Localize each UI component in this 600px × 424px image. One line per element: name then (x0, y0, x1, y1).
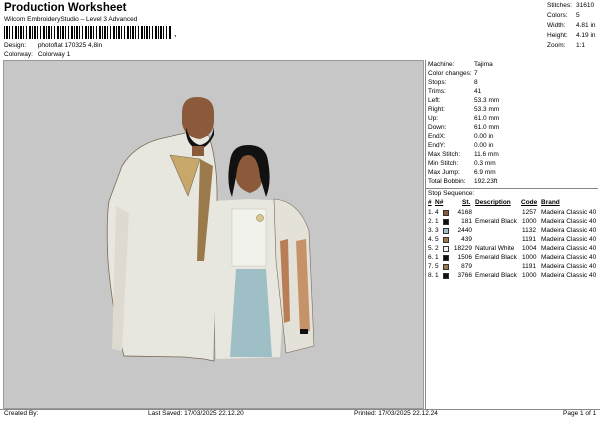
cell-description: Emerald Black (475, 218, 517, 225)
cell-num: 8. (428, 272, 434, 279)
cell-num: 2. (428, 218, 434, 225)
color-swatch (443, 237, 449, 243)
cell-n: 1 (435, 254, 439, 261)
machine-row: Machine: Tajima (428, 61, 493, 68)
cell-num: 3. (428, 227, 434, 234)
stops-row: Stops: 8 (428, 79, 478, 86)
color-swatch (443, 264, 449, 270)
cell-code: 1000 (522, 218, 537, 225)
cell-code: 1000 (522, 254, 537, 261)
cell-code: 1000 (522, 272, 537, 279)
cell-brand: Madeira Classic 40 (541, 218, 597, 225)
endy-row: EndY: 0.00 in (428, 142, 494, 149)
cell-n: 2 (435, 245, 439, 252)
colorway-info-row: Colorway: Colorway 1 (4, 51, 71, 59)
stop-sequence-header: # N# St. Description Code Brand (428, 199, 560, 206)
color-swatch (443, 228, 449, 234)
colorway-label: Colorway: (4, 51, 33, 58)
cell-num: 4. (428, 236, 434, 243)
cell-st: 1506 (457, 254, 472, 261)
cell-num: 5. (428, 245, 434, 252)
barcode-mark: , (174, 28, 177, 38)
min-stitch-row: Min Stitch: 0.3 mm (428, 160, 496, 167)
cell-st: 879 (461, 263, 472, 270)
embroidery-couple-illustration (106, 97, 315, 362)
page-number: Page 1 of 1 (563, 410, 597, 417)
cell-n: 4 (435, 209, 439, 216)
colorway-value: Colorway 1 (37, 51, 71, 58)
cell-n: 1 (435, 272, 439, 279)
divider (426, 188, 598, 189)
cell-num: 7. (428, 263, 434, 270)
details-panel: Machine: Tajima Color changes: 7 Stops: 8 T… (425, 60, 598, 409)
cell-code: 1257 (522, 209, 537, 216)
design-value: photoflat 170325 4,8in (37, 42, 103, 49)
stop-sequence-title: Stop Sequence: (428, 190, 475, 197)
cell-brand: Madeira Classic 40 (541, 263, 597, 270)
cell-num: 1. (428, 209, 434, 216)
table-row: 8. 1 3766 Emerald Black 1000 Madeira Classic … (426, 272, 598, 282)
cell-brand: Madeira Classic 40 (541, 245, 597, 252)
cell-st: 181 (461, 218, 472, 225)
color-swatch (443, 219, 449, 225)
cell-st: 18229 (453, 245, 472, 252)
color-swatch (443, 210, 449, 216)
design-stats: Stitches: 31610 Colors: 5 Width: 4.81 in He… (547, 2, 596, 53)
stat-zoom: Zoom: 1:1 (547, 42, 586, 49)
cell-st: 2440 (457, 227, 472, 234)
footer-divider (0, 409, 600, 410)
color-swatch (443, 273, 449, 279)
cell-code: 1004 (522, 245, 537, 252)
cell-code: 1132 (522, 227, 536, 234)
design-preview (3, 60, 424, 409)
cell-st: 3766 (457, 272, 472, 279)
cell-brand: Madeira Classic 40 (541, 272, 597, 279)
down-row: Down: 61.0 mm (428, 124, 500, 131)
cell-n: 5 (435, 263, 439, 270)
worksheet-title: Production Worksheet (4, 2, 127, 14)
total-bobbin-row: Total Bobbin: 192.23ft (428, 178, 498, 185)
printed-date: Printed: 17/03/2025 22.12.24 (354, 410, 438, 417)
cell-n: 3 (435, 227, 439, 234)
up-row: Up: 61.0 mm (428, 115, 500, 122)
endx-row: EndX: 0.00 in (428, 133, 494, 140)
right-row: Right: 53.3 mm (428, 106, 500, 113)
cell-description: Emerald Black (475, 254, 517, 261)
cell-code: 1191 (522, 263, 536, 270)
cell-brand: Madeira Classic 40 (541, 209, 597, 216)
cell-brand: Madeira Classic 40 (541, 254, 597, 261)
cell-n: 1 (435, 218, 439, 225)
design-label: Design: (4, 42, 27, 49)
barcode (4, 26, 172, 39)
software-name: Wilcom EmbroideryStudio – Level 3 Advanc… (4, 16, 138, 23)
cell-st: 439 (461, 236, 472, 243)
max-stitch-row: Max Stitch: 11.6 mm (428, 151, 499, 158)
color-changes-row: Color changes: 7 (428, 70, 478, 77)
cell-brand: Madeira Classic 40 (541, 227, 597, 234)
cell-code: 1191 (522, 236, 536, 243)
trims-row: Trims: 41 (428, 88, 482, 95)
cell-description: Natural White (475, 245, 515, 252)
design-info-row: Design: photoflat 170325 4,8in (4, 42, 103, 50)
cell-brand: Madeira Classic 40 (541, 236, 597, 243)
left-row: Left: 53.3 mm (428, 97, 500, 104)
color-swatch (443, 246, 449, 252)
color-swatch (443, 255, 449, 261)
cell-n: 5 (435, 236, 439, 243)
created-by: Created By: (4, 410, 39, 417)
max-jump-row: Max Jump: 6.9 mm (428, 169, 496, 176)
last-saved: Last Saved: 17/03/2025 22.12.20 (148, 410, 244, 417)
cell-description: Emerald Black (475, 272, 517, 279)
cell-num: 6. (428, 254, 434, 261)
cell-st: 4168 (457, 209, 472, 216)
